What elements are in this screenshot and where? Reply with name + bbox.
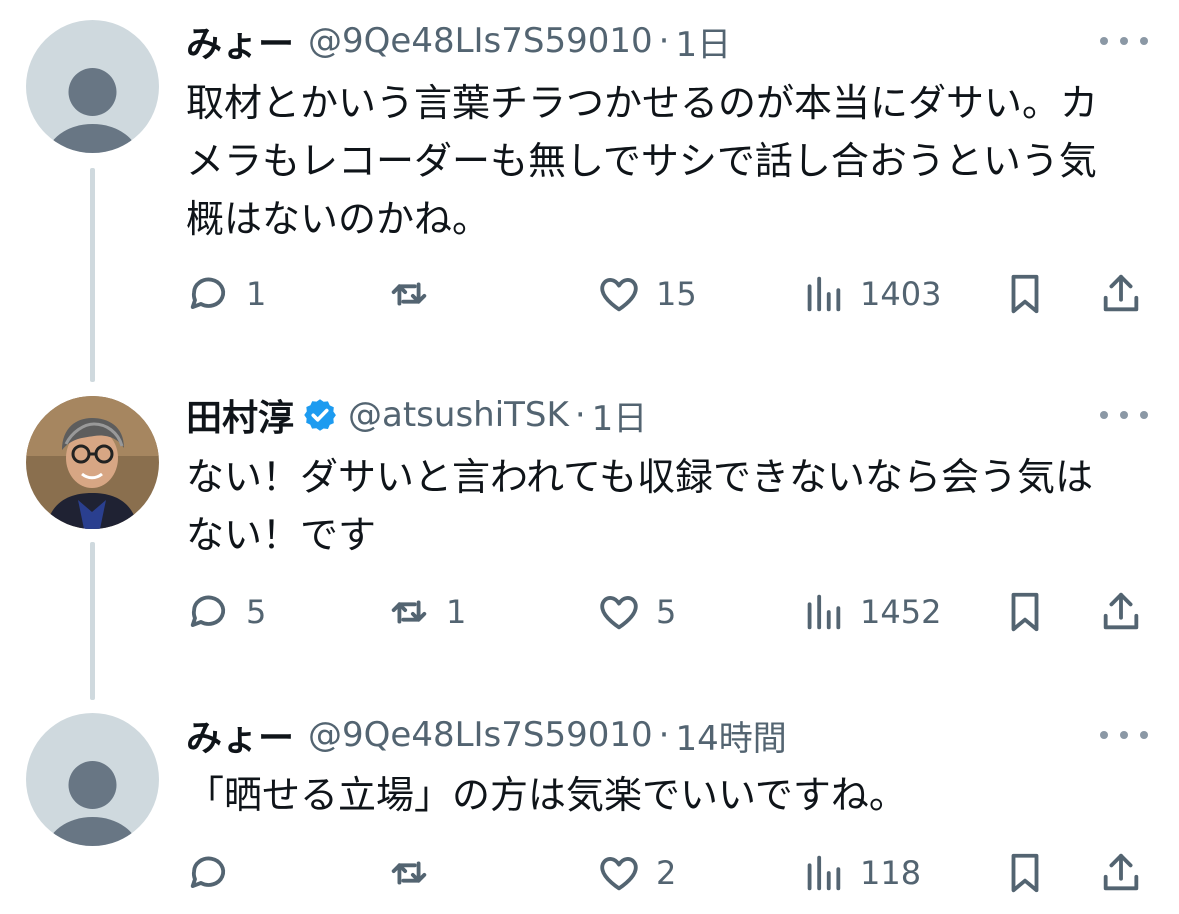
bookmark-icon — [1011, 274, 1039, 314]
thread-connector-line — [90, 542, 95, 700]
speech-bubble-icon — [190, 856, 226, 888]
like-button[interactable]: 5 — [596, 587, 676, 637]
like-count: 15 — [656, 275, 697, 313]
action-bar: 2 118 — [186, 848, 1146, 898]
more-options-icon[interactable] — [1100, 31, 1148, 51]
heart-icon — [600, 278, 638, 312]
avatar-default[interactable] — [26, 20, 159, 153]
tweet-text: 「晒せる立場」の方は気楽でいいですね。 — [186, 773, 907, 817]
reply-count: 1 — [246, 275, 267, 313]
retweet-arrows-icon — [391, 600, 427, 624]
default-profile-icon — [47, 761, 138, 846]
default-profile-icon — [47, 68, 138, 153]
tweet-text: ない！ダサいと言われても収録できないなら会う気はない！です — [186, 455, 1094, 557]
bar-chart-icon — [807, 855, 841, 891]
retweet-arrows-icon — [391, 282, 427, 306]
views-button[interactable]: 118 — [800, 848, 921, 898]
bar-chart-icon — [807, 276, 841, 312]
separator-dot: · — [658, 21, 670, 61]
retweet-count: 1 — [446, 593, 467, 631]
retweet-button[interactable] — [386, 269, 446, 319]
timestamp[interactable]: 14時間 — [675, 711, 786, 760]
tweet-text: 取材とかいう言葉チラつかせるのが本当にダサい。カメラもレコーダーも無しでサシで話… — [186, 81, 1099, 241]
separator-dot: · — [658, 715, 670, 755]
views-count: 1452 — [860, 593, 942, 631]
timestamp[interactable]: 1日 — [592, 391, 648, 440]
views-count: 1403 — [860, 275, 942, 313]
bookmark-button[interactable] — [1002, 587, 1048, 637]
display-name[interactable]: 田村淳 — [186, 389, 294, 441]
like-button[interactable]: 15 — [596, 269, 697, 319]
profile-photo-icon — [26, 396, 159, 529]
thread-connector-line — [90, 168, 95, 382]
separator-dot: · — [574, 395, 586, 435]
speech-bubble-icon — [190, 277, 226, 309]
retweet-button[interactable] — [386, 848, 446, 898]
tweet-header: 田村淳 @atsushiTSK · 1日 — [186, 390, 647, 440]
share-button[interactable] — [1098, 587, 1144, 637]
tweet-header: みょー @9Qe48LIs7S59010 · 14時間 — [186, 710, 787, 760]
like-count: 5 — [656, 593, 677, 631]
avatar-default[interactable] — [26, 713, 159, 846]
share-upload-icon — [1103, 592, 1139, 630]
display-name[interactable]: みょー — [186, 709, 294, 761]
heart-icon — [600, 596, 638, 630]
user-handle[interactable]: @atsushiTSK — [348, 395, 569, 435]
reply-button[interactable] — [186, 848, 246, 898]
bookmark-button[interactable] — [1002, 269, 1048, 319]
bookmark-icon — [1011, 592, 1039, 632]
reply-button[interactable]: 1 — [186, 269, 266, 319]
retweet-arrows-icon — [391, 861, 427, 885]
verified-badge-icon[interactable] — [302, 397, 338, 433]
reply-count: 5 — [246, 593, 267, 631]
avatar-tamura[interactable] — [26, 396, 159, 529]
action-bar: 5 1 5 1452 — [186, 587, 1146, 637]
more-options-icon[interactable] — [1100, 725, 1148, 745]
user-handle[interactable]: @9Qe48LIs7S59010 — [308, 21, 653, 61]
bookmark-icon — [1011, 853, 1039, 893]
like-button[interactable]: 2 — [596, 848, 676, 898]
display-name[interactable]: みょー — [186, 15, 294, 67]
share-button[interactable] — [1098, 848, 1144, 898]
share-upload-icon — [1103, 274, 1139, 312]
tweet-header: みょー @9Qe48LIs7S59010 · 1日 — [186, 16, 731, 66]
reply-button[interactable]: 5 — [186, 587, 266, 637]
bookmark-button[interactable] — [1002, 848, 1048, 898]
like-count: 2 — [656, 854, 677, 892]
heart-icon — [600, 857, 638, 891]
timestamp[interactable]: 1日 — [675, 17, 731, 66]
share-button[interactable] — [1098, 269, 1144, 319]
user-handle[interactable]: @9Qe48LIs7S59010 — [308, 715, 653, 755]
retweet-button[interactable]: 1 — [386, 587, 466, 637]
views-count: 118 — [860, 854, 922, 892]
bar-chart-icon — [807, 594, 841, 630]
share-upload-icon — [1103, 853, 1139, 891]
views-button[interactable]: 1403 — [800, 269, 941, 319]
action-bar: 1 15 1403 — [186, 269, 1146, 319]
speech-bubble-icon — [190, 595, 226, 627]
more-options-icon[interactable] — [1100, 405, 1148, 425]
views-button[interactable]: 1452 — [800, 587, 941, 637]
